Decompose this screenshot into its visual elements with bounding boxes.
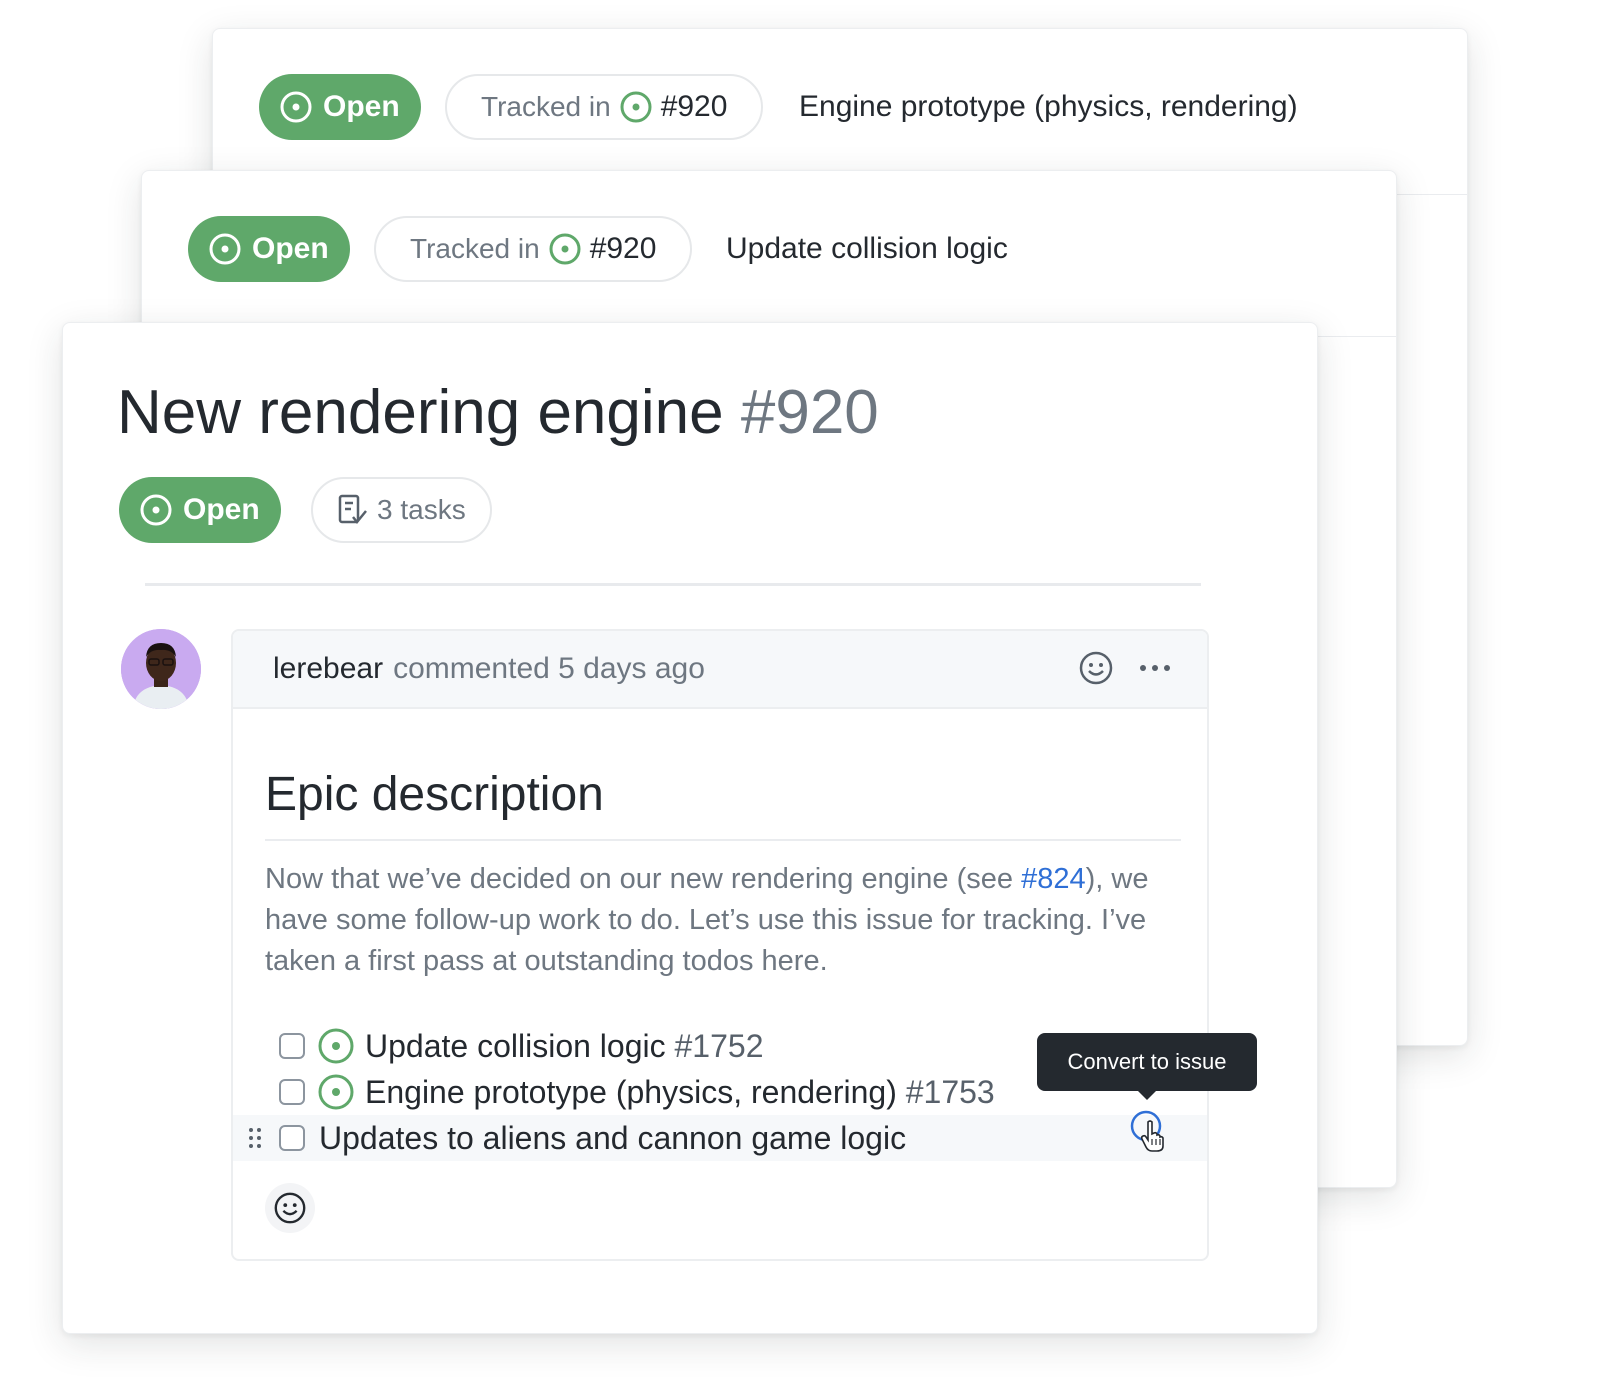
smiley-icon[interactable] [1077,649,1115,695]
issue-opened-icon [139,493,173,527]
task-number: #1752 [674,1027,764,1064]
task-item-hovered: Updates to aliens and cannon game logic [233,1115,1207,1161]
issue-opened-icon [208,232,242,266]
header-divider [145,583,1201,586]
convert-to-issue-button[interactable] [1129,1109,1164,1152]
status-label: Open [323,90,400,123]
task-number: #1753 [905,1073,995,1110]
status-badge-open: Open [188,216,350,282]
avatar[interactable] [121,629,201,709]
issue-opened-icon [317,1027,355,1065]
card-header: Open Tracked in #920 Update collision lo… [142,171,1396,337]
add-reaction-button[interactable] [265,1183,315,1233]
issue-title[interactable]: Engine prototype (physics, rendering) [799,90,1298,124]
task-checkbox[interactable] [279,1079,305,1105]
comment-timestamp[interactable]: commented 5 days ago [393,652,705,686]
task-checkbox[interactable] [279,1125,305,1151]
issue-opened-icon [619,90,653,124]
comment-author[interactable]: lerebear [273,652,383,686]
smiley-icon [274,1192,306,1224]
tooltip: Convert to issue [1037,1033,1257,1100]
tracked-in-number: #920 [660,90,728,123]
tasks-badge[interactable]: 3 tasks [311,477,492,543]
epic-heading: Epic description [265,768,604,821]
heading-divider [265,839,1181,841]
status-label: Open [183,493,260,526]
issue-opened-icon [317,1073,355,1111]
issue-number: #920 [740,378,879,447]
task-title: Updates to aliens and cannon game logic [319,1119,907,1156]
tracked-in-badge[interactable]: Tracked in #920 [445,74,764,140]
comment-body: Now that we’ve decided on our new render… [265,859,1195,982]
pointer-hand-icon [1140,1120,1164,1152]
status-label: Open [252,232,329,265]
task-title-link[interactable]: Update collision logic #1752 [365,1028,763,1065]
tasklist-icon [337,493,369,527]
tracked-in-badge[interactable]: Tracked in #920 [374,216,693,282]
task-title: Engine prototype (physics, rendering) [365,1073,897,1110]
task-checkbox[interactable] [279,1033,305,1059]
comment-header: lerebear commented 5 days ago [233,631,1207,709]
task-title: Update collision logic [365,1027,666,1064]
task-title-link[interactable]: Engine prototype (physics, rendering) #1… [365,1074,995,1111]
tasks-count: 3 tasks [377,494,466,525]
page-title: New rendering engine #920 [117,377,879,448]
tooltip-text: Convert to issue [1067,1049,1227,1074]
issue-detail-card: New rendering engine #920 Open 3 tasks l… [62,322,1318,1334]
issue-opened-icon [279,90,313,124]
tracked-in-number: #920 [589,232,657,265]
issue-title-text: New rendering engine [117,378,724,447]
tracked-in-label: Tracked in [481,91,611,122]
issue-link-824[interactable]: #824 [1021,863,1086,895]
issue-title[interactable]: Update collision logic [726,232,1008,266]
kebab-horizontal-icon[interactable] [1137,653,1177,691]
tracked-in-label: Tracked in [410,233,540,264]
grabber-icon[interactable] [247,1126,263,1150]
status-badge-open: Open [259,74,421,140]
body-text-before: Now that we’ve decided on our new render… [265,863,1022,895]
status-badge-open: Open [119,477,281,543]
comment-box: lerebear commented 5 days ago Epic descr… [231,629,1257,1261]
issue-opened-icon [548,232,582,266]
